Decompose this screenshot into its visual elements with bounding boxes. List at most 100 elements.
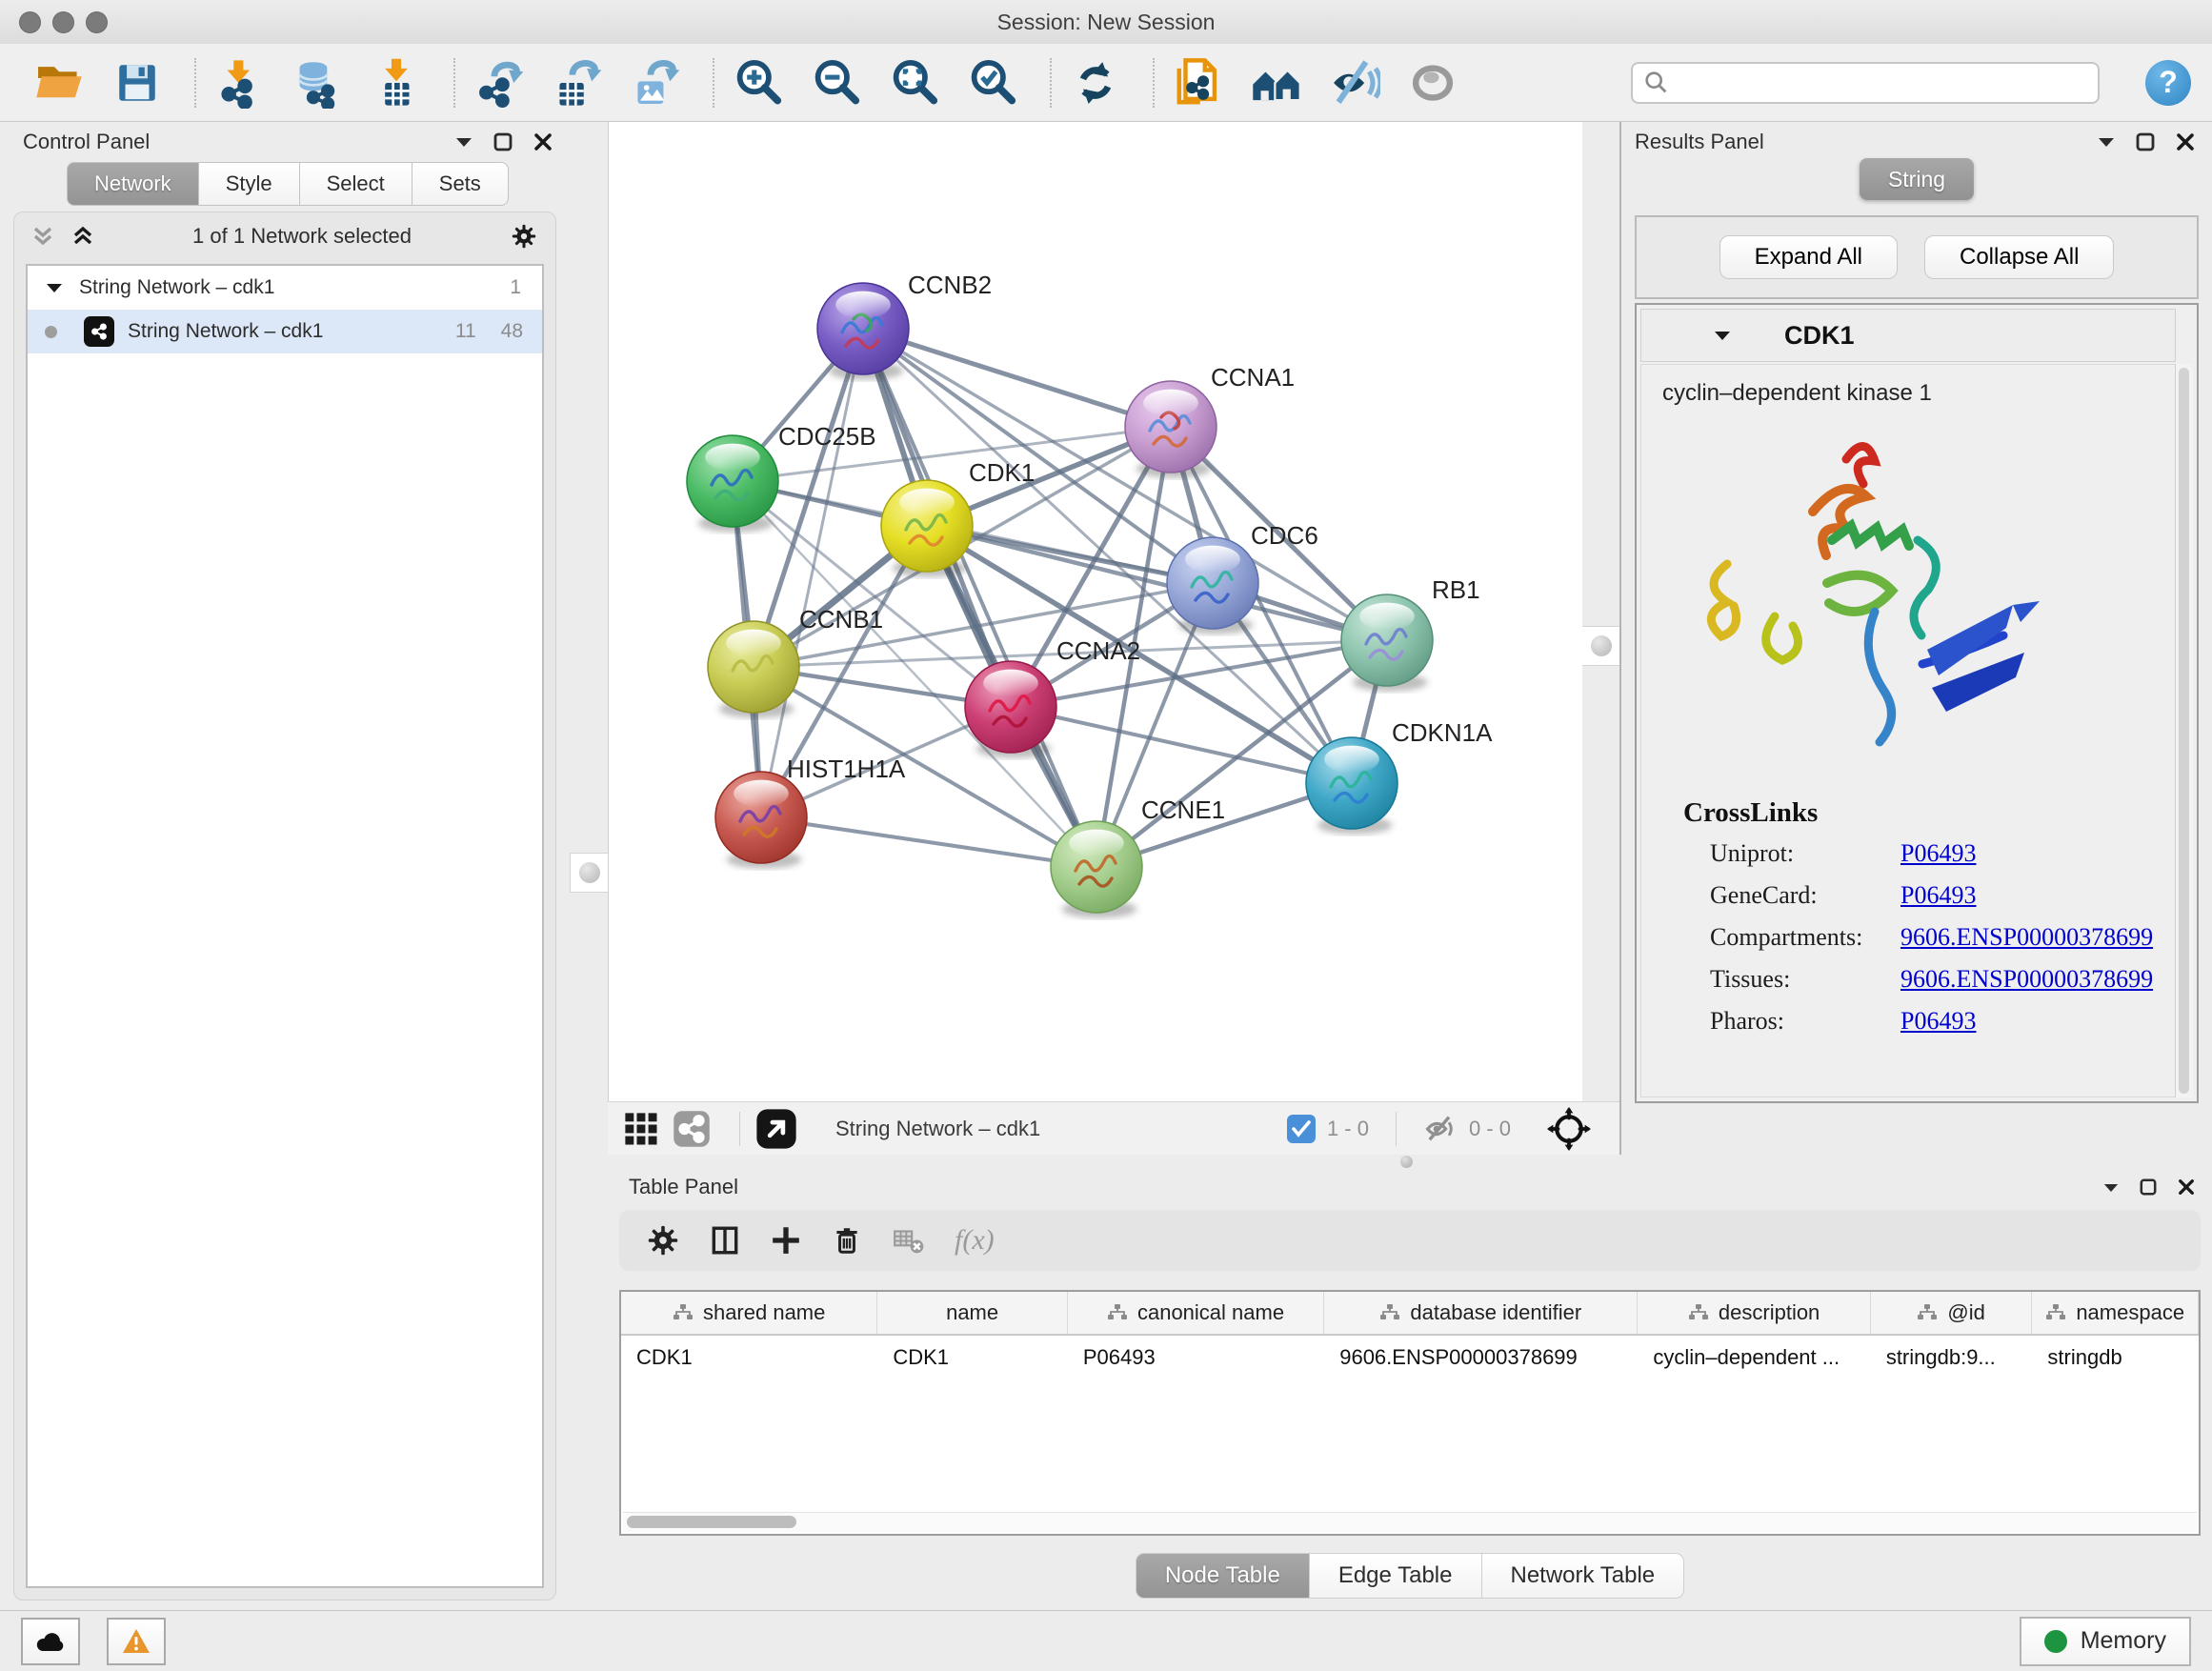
- share-document-icon[interactable]: [1172, 56, 1225, 110]
- tab-network[interactable]: Network: [67, 162, 198, 206]
- network-node-CCNE1[interactable]: CCNE1: [1051, 795, 1225, 918]
- table-options-gear-icon[interactable]: [646, 1223, 680, 1258]
- show-columns-icon[interactable]: [709, 1224, 741, 1257]
- expand-all-button[interactable]: Expand All: [1719, 235, 1898, 279]
- crosslink-link[interactable]: P06493: [1900, 1007, 1976, 1036]
- export-network-icon[interactable]: [473, 56, 526, 110]
- tab-style[interactable]: Style: [198, 162, 299, 206]
- float-panel-icon[interactable]: [2103, 1182, 2119, 1193]
- maximize-panel-icon[interactable]: [2136, 132, 2155, 151]
- tab-string[interactable]: String: [1860, 158, 1974, 200]
- search-field[interactable]: [1631, 62, 2100, 104]
- table-cell[interactable]: stringdb:9...: [1871, 1336, 2033, 1379]
- crosslink-link[interactable]: P06493: [1900, 839, 1976, 868]
- column-header-database-identifier[interactable]: database identifier: [1324, 1292, 1638, 1334]
- column-header--id[interactable]: @id: [1871, 1292, 2033, 1334]
- node-table[interactable]: shared namenamecanonical namedatabase id…: [619, 1290, 2201, 1536]
- tab-node-table[interactable]: Node Table: [1136, 1553, 1309, 1599]
- network-node-CDC25B[interactable]: CDC25B: [687, 422, 876, 533]
- column-header-canonical-name[interactable]: canonical name: [1068, 1292, 1324, 1334]
- table-row[interactable]: CDK1CDK1P064939606.ENSP00000378699cyclin…: [621, 1336, 2199, 1379]
- pan-crosshair-icon[interactable]: [1547, 1107, 1591, 1151]
- zoom-in-icon[interactable]: [732, 56, 785, 110]
- crosslink-link[interactable]: P06493: [1900, 881, 1976, 910]
- gene-section-header[interactable]: CDK1: [1640, 309, 2176, 362]
- crosslink-link[interactable]: 9606.ENSP00000378699: [1900, 923, 2153, 952]
- tab-network-table[interactable]: Network Table: [1481, 1553, 1685, 1599]
- delete-column-icon[interactable]: [831, 1224, 863, 1257]
- network-options-gear-icon[interactable]: [510, 222, 538, 251]
- table-horizontal-scrollbar[interactable]: [623, 1512, 2197, 1532]
- table-cell[interactable]: stringdb: [2032, 1336, 2199, 1379]
- home-networks-icon[interactable]: [1250, 56, 1303, 110]
- left-splitter[interactable]: [570, 122, 608, 1101]
- export-table-icon[interactable]: [551, 56, 604, 110]
- collection-caret-icon[interactable]: [47, 283, 62, 293]
- zoom-fit-icon[interactable]: [888, 56, 941, 110]
- collapse-all-button[interactable]: Collapse All: [1924, 235, 2114, 279]
- network-edge-HIST1H1A-CCNE1[interactable]: [761, 817, 1096, 867]
- detach-view-icon[interactable]: [755, 1108, 797, 1150]
- memory-button[interactable]: Memory: [2020, 1617, 2191, 1666]
- grid-view-icon[interactable]: [623, 1111, 659, 1147]
- update-refresh-icon[interactable]: [1069, 56, 1122, 110]
- horizontal-splitter-handle[interactable]: [1400, 1156, 1413, 1168]
- zoom-out-icon[interactable]: [810, 56, 863, 110]
- column-header-shared-name[interactable]: shared name: [621, 1292, 877, 1334]
- import-network-icon[interactable]: [213, 56, 267, 110]
- import-network-from-database-icon[interactable]: [292, 56, 345, 110]
- network-canvas[interactable]: CCNB2CCNA1CDC25BCDK1CDC6RB1CCNB1CCNA2CDK…: [608, 122, 1582, 1101]
- tab-select[interactable]: Select: [299, 162, 412, 206]
- collapse-all-networks-icon[interactable]: [31, 224, 54, 249]
- right-splitter-handle[interactable]: [1581, 626, 1621, 666]
- maximize-panel-icon[interactable]: [2140, 1178, 2157, 1196]
- add-column-icon[interactable]: [770, 1224, 802, 1257]
- network-node-CCNA1[interactable]: CCNA1: [1125, 363, 1295, 478]
- results-scrollbar-thumb[interactable]: [2179, 368, 2189, 1094]
- warnings-button[interactable]: [107, 1618, 166, 1665]
- left-splitter-handle[interactable]: [570, 853, 610, 893]
- close-panel-icon[interactable]: [2178, 1178, 2195, 1196]
- tab-edge-table[interactable]: Edge Table: [1309, 1553, 1481, 1599]
- horizontal-splitter[interactable]: [608, 1155, 2212, 1168]
- network-view-icon[interactable]: [673, 1110, 711, 1148]
- maximize-panel-icon[interactable]: [493, 132, 513, 151]
- show-all-eye-icon[interactable]: [1406, 56, 1459, 110]
- zoom-selected-icon[interactable]: [966, 56, 1019, 110]
- network-node-HIST1H1A[interactable]: HIST1H1A: [715, 755, 906, 869]
- export-image-icon[interactable]: [629, 56, 682, 110]
- open-session-icon[interactable]: [32, 56, 86, 110]
- table-cell[interactable]: P06493: [1068, 1336, 1324, 1379]
- cloud-status-button[interactable]: [21, 1618, 80, 1665]
- crosslink-link[interactable]: 9606.ENSP00000378699: [1900, 965, 2153, 994]
- help-icon[interactable]: ?: [2145, 60, 2191, 106]
- search-input[interactable]: [1671, 70, 2075, 96]
- table-cell[interactable]: CDK1: [621, 1336, 877, 1379]
- network-edge-CCNB2-CCNA1[interactable]: [863, 329, 1171, 427]
- network-node-CDKN1A[interactable]: CDKN1A: [1306, 718, 1493, 835]
- save-session-icon[interactable]: [111, 56, 164, 110]
- close-panel-icon[interactable]: [533, 132, 553, 151]
- network-collection-row[interactable]: String Network – cdk1 1: [28, 266, 542, 310]
- close-panel-icon[interactable]: [2176, 132, 2195, 151]
- float-panel-icon[interactable]: [455, 136, 473, 148]
- table-cell[interactable]: 9606.ENSP00000378699: [1324, 1336, 1638, 1379]
- network-edge-CCNB2-CCNE1[interactable]: [863, 329, 1096, 867]
- column-header-description[interactable]: description: [1638, 1292, 1870, 1334]
- import-table-icon[interactable]: [370, 56, 423, 110]
- selected-nodes-checkbox[interactable]: [1287, 1115, 1316, 1143]
- network-row[interactable]: String Network – cdk1 11 48: [28, 310, 542, 353]
- table-scrollbar-thumb[interactable]: [627, 1516, 796, 1528]
- expand-all-networks-icon[interactable]: [71, 224, 94, 249]
- column-header-namespace[interactable]: namespace: [2032, 1292, 2199, 1334]
- hide-selected-eye-icon[interactable]: [1328, 56, 1381, 110]
- float-panel-icon[interactable]: [2098, 136, 2115, 148]
- table-cell[interactable]: CDK1: [877, 1336, 1068, 1379]
- network-edge-CCNA2-CDKN1A[interactable]: [1011, 707, 1352, 783]
- tab-sets[interactable]: Sets: [412, 162, 509, 206]
- network-node-RB1[interactable]: RB1: [1341, 575, 1480, 692]
- right-splitter[interactable]: [1581, 122, 1619, 1101]
- results-scrollbar[interactable]: [2175, 364, 2193, 1097]
- column-header-name[interactable]: name: [877, 1292, 1068, 1334]
- gene-caret-icon[interactable]: [1714, 330, 1731, 341]
